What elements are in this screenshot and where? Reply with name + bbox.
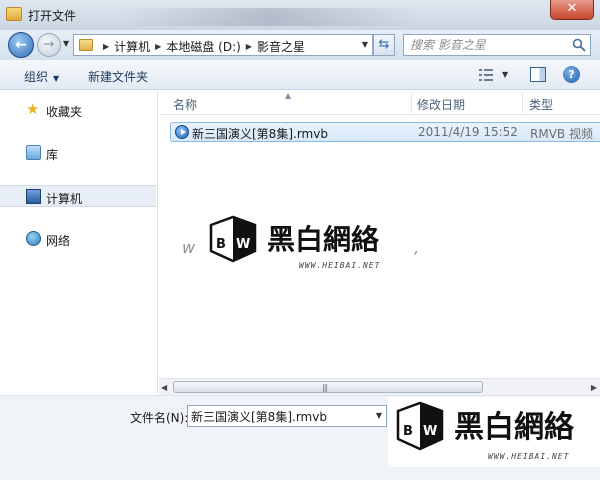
search-box[interactable] xyxy=(403,34,591,56)
video-file-icon xyxy=(175,125,189,139)
title-bar: 打开文件 ✕ xyxy=(0,0,600,30)
refresh-button[interactable]: ⇆ xyxy=(373,34,395,56)
scrollbar-thumb[interactable]: ||| xyxy=(173,381,483,393)
organize-label: 组织 xyxy=(24,70,49,84)
navigation-pane: ★ 收藏夹 库 计算机 网络 xyxy=(0,91,158,393)
chevron-down-icon[interactable]: ▼ xyxy=(376,411,382,420)
file-row[interactable]: 新三国演义[第8集].rmvb 2011/4/19 15:52 RMVB 视频 xyxy=(170,122,600,142)
breadcrumb[interactable]: ▶ 计算机 ▶ 本地磁盘 (D:) ▶ 影音之星 ▼ xyxy=(73,34,373,56)
chevron-right-icon[interactable]: ▶ xyxy=(246,42,252,51)
arrow-left-icon: ← xyxy=(15,37,27,53)
svg-text:W: W xyxy=(423,424,437,439)
column-date[interactable]: 修改日期 xyxy=(417,96,465,113)
sidebar-item-computer[interactable]: 计算机 xyxy=(0,185,156,207)
network-icon xyxy=(26,231,41,246)
forward-button[interactable]: → xyxy=(37,33,61,57)
address-bar: ← → ▼ ▶ 计算机 ▶ 本地磁盘 (D:) ▶ 影音之星 ▼ ⇆ xyxy=(0,30,600,60)
view-dropdown[interactable]: ▼ xyxy=(502,70,508,79)
back-button[interactable]: ← xyxy=(8,32,34,58)
sidebar-item-label: 网络 xyxy=(46,234,71,248)
window-title: 打开文件 xyxy=(28,9,77,23)
preview-pane-icon[interactable] xyxy=(530,67,546,82)
file-name-combo[interactable]: ▼ xyxy=(187,405,387,427)
file-name: 新三国演义[第8集].rmvb xyxy=(192,127,328,141)
computer-icon xyxy=(26,189,41,204)
scroll-left-icon[interactable]: ◀ xyxy=(161,383,167,392)
breadcrumb-folder[interactable]: 影音之星 xyxy=(257,38,305,55)
watermark-url: WWW.HEIBAI.NET xyxy=(299,261,381,270)
sidebar-item-libraries[interactable]: 库 xyxy=(0,142,156,164)
watermark-logo: B W 黑白網絡 WWW.HEIBAI.NET xyxy=(388,397,600,467)
file-name-input[interactable] xyxy=(191,408,371,424)
search-input[interactable] xyxy=(410,36,565,54)
breadcrumb-computer[interactable]: 计算机 xyxy=(114,38,150,55)
recent-pages-dropdown[interactable]: ▼ xyxy=(63,39,69,48)
column-header: ▲ 名称 修改日期 类型 xyxy=(159,91,600,115)
watermark-text: 黑白網絡 xyxy=(267,223,380,256)
library-icon xyxy=(26,145,41,160)
chevron-down-icon: ▼ xyxy=(53,74,60,83)
sidebar-item-label: 库 xyxy=(46,148,59,162)
folder-icon xyxy=(6,7,22,21)
star-icon: ★ xyxy=(26,100,40,118)
chevron-right-icon[interactable]: ▶ xyxy=(155,42,161,51)
refresh-icon: ⇆ xyxy=(378,37,390,52)
sidebar-item-label: 收藏夹 xyxy=(46,105,83,119)
arrow-right-icon: → xyxy=(43,37,55,52)
sort-arrow-icon: ▲ xyxy=(285,91,292,100)
command-bar: 组织 ▼ 新建文件夹 ▼ ? xyxy=(0,60,600,90)
search-icon[interactable] xyxy=(572,38,586,52)
grip-icon: ||| xyxy=(322,383,328,392)
title-blur xyxy=(120,8,420,26)
file-type: RMVB 视频 xyxy=(530,127,593,141)
watermark-fragment: w xyxy=(182,238,196,257)
help-icon[interactable]: ? xyxy=(563,66,580,83)
column-type[interactable]: 类型 xyxy=(529,96,553,113)
watermark-text: 黑白網絡 xyxy=(454,410,575,445)
watermark-fragment: , xyxy=(414,238,420,257)
folder-icon xyxy=(79,39,93,51)
watermark-url: WWW.HEIBAI.NET xyxy=(488,452,570,461)
sidebar-item-label: 计算机 xyxy=(46,192,83,206)
column-divider[interactable] xyxy=(411,93,412,113)
svg-text:B: B xyxy=(403,424,413,439)
sidebar-item-network[interactable]: 网络 xyxy=(0,228,156,250)
horizontal-scrollbar[interactable]: ◀ ||| ▶ xyxy=(159,378,600,395)
column-name[interactable]: 名称 xyxy=(173,96,197,113)
svg-text:B: B xyxy=(216,237,226,252)
address-dropdown[interactable]: ▼ xyxy=(362,40,368,49)
watermark-logo: B W 黑白網絡 WWW.HEIBAI.NET xyxy=(203,213,413,273)
file-date: 2011/4/19 15:52 xyxy=(418,125,518,139)
new-folder-button[interactable]: 新建文件夹 xyxy=(88,68,148,85)
close-button[interactable]: ✕ xyxy=(550,0,594,20)
breadcrumb-drive[interactable]: 本地磁盘 (D:) xyxy=(166,38,240,55)
sidebar-item-favorites[interactable]: ★ 收藏夹 xyxy=(0,99,156,121)
organize-button[interactable]: 组织 ▼ xyxy=(24,68,59,85)
column-divider[interactable] xyxy=(522,93,523,113)
svg-text:W: W xyxy=(236,237,250,252)
chevron-right-icon[interactable]: ▶ xyxy=(103,42,109,51)
view-options-icon[interactable] xyxy=(479,69,493,81)
file-name-label: 文件名(N): xyxy=(130,411,189,425)
scroll-right-icon[interactable]: ▶ xyxy=(591,383,597,392)
